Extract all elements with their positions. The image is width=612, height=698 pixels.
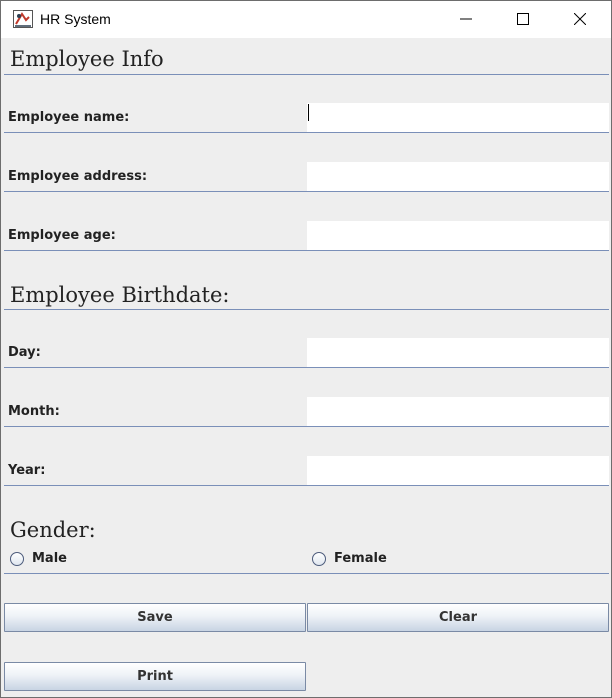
close-icon bbox=[573, 10, 587, 29]
clear-button[interactable]: Clear bbox=[307, 603, 609, 632]
save-button[interactable]: Save bbox=[4, 603, 306, 632]
minimize-icon bbox=[460, 10, 472, 29]
male-radio-label: Male bbox=[32, 551, 67, 566]
separator bbox=[4, 367, 609, 368]
separator bbox=[4, 485, 609, 486]
month-label: Month: bbox=[8, 404, 60, 419]
year-label: Year: bbox=[8, 463, 46, 478]
day-input[interactable] bbox=[307, 338, 609, 367]
employee-name-input[interactable] bbox=[307, 103, 609, 132]
print-button[interactable]: Print bbox=[4, 662, 306, 691]
title-bar[interactable]: HR System bbox=[1, 1, 611, 38]
maximize-button[interactable] bbox=[500, 1, 546, 38]
minimize-button[interactable] bbox=[443, 1, 489, 38]
employee-age-input[interactable] bbox=[307, 221, 609, 250]
radio-circle-icon bbox=[312, 551, 326, 566]
window-title: HR System bbox=[40, 11, 111, 27]
form-panel: Employee Info Employee name: Employee ad… bbox=[1, 38, 611, 697]
maximize-icon bbox=[517, 10, 529, 29]
separator bbox=[4, 573, 609, 574]
separator bbox=[4, 132, 609, 133]
text-caret bbox=[308, 104, 309, 121]
section-heading-gender: Gender: bbox=[10, 518, 96, 542]
male-radio[interactable]: Male bbox=[10, 551, 67, 566]
separator bbox=[4, 74, 609, 75]
employee-age-label: Employee age: bbox=[8, 228, 116, 243]
radio-circle-icon bbox=[10, 551, 24, 566]
female-radio-label: Female bbox=[334, 551, 387, 566]
employee-address-label: Employee address: bbox=[8, 169, 148, 184]
employee-name-label: Employee name: bbox=[8, 110, 130, 125]
section-heading-birthdate: Employee Birthdate: bbox=[10, 283, 230, 307]
separator bbox=[4, 191, 609, 192]
section-heading-employee-info: Employee Info bbox=[10, 47, 164, 71]
year-input[interactable] bbox=[307, 456, 609, 485]
employee-address-input[interactable] bbox=[307, 162, 609, 191]
month-input[interactable] bbox=[307, 397, 609, 426]
app-window: HR System Employee Info Employee name: E… bbox=[0, 0, 612, 698]
java-app-icon bbox=[13, 10, 33, 28]
close-button[interactable] bbox=[557, 1, 603, 38]
separator bbox=[4, 426, 609, 427]
female-radio[interactable]: Female bbox=[312, 551, 387, 566]
separator bbox=[4, 309, 609, 310]
separator bbox=[4, 250, 609, 251]
day-label: Day: bbox=[8, 345, 41, 360]
